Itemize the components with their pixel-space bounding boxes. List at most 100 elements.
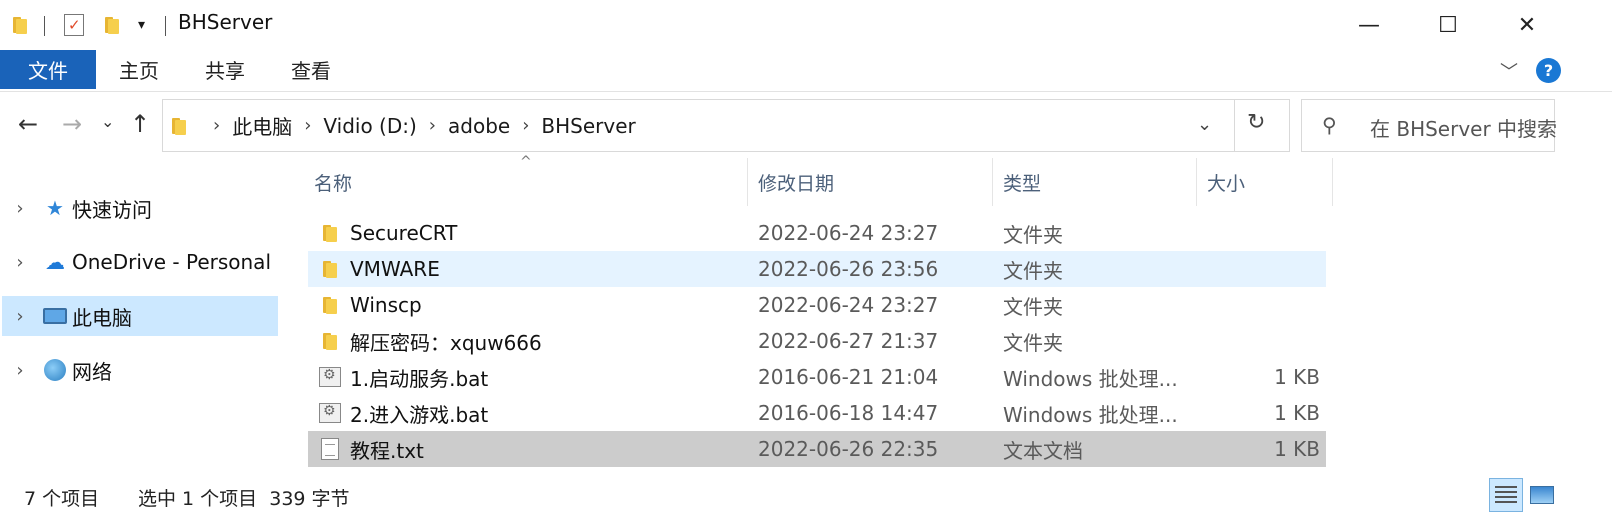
file-type: Windows 批处理...: [1003, 402, 1178, 427]
sidebar-item-label: 此电脑: [72, 305, 132, 330]
file-name: SecureCRT: [350, 221, 458, 245]
title-bar: ✓ ▾ BHServer — ☐ ✕: [0, 0, 1612, 50]
folder-icon: [318, 251, 342, 287]
column-divider[interactable]: [992, 158, 993, 206]
search-icon: ⚲: [1322, 113, 1337, 137]
file-name: VMWARE: [350, 257, 440, 281]
divider: [1234, 100, 1235, 151]
star-icon: ★: [46, 196, 64, 220]
column-header-date[interactable]: 修改日期: [758, 158, 834, 206]
breadcrumb-separator[interactable]: ›: [522, 115, 529, 136]
file-date: 2022-06-26 22:35: [758, 437, 939, 461]
sidebar-item-this-pc[interactable]: › 此电脑: [2, 296, 278, 336]
breadcrumb-this-pc[interactable]: 此电脑: [232, 111, 292, 140]
file-type: 文件夹: [1003, 330, 1063, 355]
minimize-button[interactable]: —: [1330, 0, 1408, 50]
file-date: 2022-06-27 21:37: [758, 329, 939, 353]
file-row[interactable]: 1.启动服务.bat 2016-06-21 21:04 Windows 批处理.…: [308, 359, 1326, 395]
address-dropdown-icon[interactable]: ⌄: [1197, 114, 1212, 135]
file-date: 2016-06-21 21:04: [758, 365, 939, 389]
breadcrumb-adobe[interactable]: adobe: [448, 114, 510, 138]
tab-share[interactable]: 共享: [186, 50, 264, 89]
file-size: 1 KB: [1274, 401, 1320, 425]
sidebar-item-label: 网络: [72, 359, 112, 384]
file-name: 解压密码：xquw666: [350, 330, 542, 355]
folder-icon: [318, 215, 342, 251]
tab-view[interactable]: 查看: [272, 50, 350, 89]
status-bar: 7 个项目 选中 1 个项目 339 字节: [0, 480, 1612, 514]
column-divider[interactable]: [1332, 158, 1333, 206]
folder-icon: [171, 116, 187, 136]
file-row[interactable]: Winscp 2022-06-24 23:27 文件夹: [308, 287, 1326, 323]
sidebar-item-onedrive[interactable]: › ☁ OneDrive - Personal: [2, 242, 278, 282]
new-folder-icon[interactable]: [104, 11, 120, 39]
search-input[interactable]: 在 BHServer 中搜索: [1370, 113, 1557, 142]
file-date: 2022-06-24 23:27: [758, 293, 939, 317]
file-row[interactable]: 解压密码：xquw666 2022-06-27 21:37 文件夹: [308, 323, 1326, 359]
file-date: 2016-06-18 14:47: [758, 401, 939, 425]
selection-info: 选中 1 个项目 339 字节: [138, 488, 350, 510]
back-button[interactable]: ←: [18, 110, 38, 138]
up-button[interactable]: ↑: [130, 110, 150, 138]
column-header-size[interactable]: 大小: [1207, 158, 1245, 206]
breadcrumb-separator[interactable]: ›: [213, 115, 220, 136]
file-name: 1.启动服务.bat: [350, 366, 489, 391]
network-icon: [38, 359, 72, 381]
maximize-icon: ☐: [1438, 12, 1458, 38]
breadcrumb-drive[interactable]: Vidio (D:): [323, 114, 416, 138]
column-divider[interactable]: [1196, 158, 1197, 206]
tab-file[interactable]: 文件: [0, 50, 96, 89]
breadcrumb-separator[interactable]: ›: [429, 115, 436, 136]
large-icons-view-button[interactable]: [1525, 478, 1559, 512]
close-icon: ✕: [1517, 12, 1537, 38]
forward-button[interactable]: →: [62, 110, 82, 138]
file-type: 文件夹: [1003, 294, 1063, 319]
expand-chevron-icon[interactable]: ›: [2, 198, 38, 219]
divider: [44, 16, 45, 36]
file-row[interactable]: 教程.txt 2022-06-26 22:35 文本文档 1 KB: [308, 431, 1326, 467]
file-size: [1208, 215, 1320, 251]
sidebar-item-network[interactable]: › 网络: [2, 350, 278, 390]
maximize-button[interactable]: ☐: [1409, 0, 1487, 50]
recent-locations-button[interactable]: ⌄: [101, 112, 114, 131]
address-bar[interactable]: › 此电脑 › Vidio (D:) › adobe › BHServer ⌄ …: [162, 99, 1290, 152]
computer-icon: [38, 308, 72, 324]
file-type: 文件夹: [1003, 222, 1063, 247]
file-row[interactable]: VMWARE 2022-06-26 23:56 文件夹: [308, 251, 1326, 287]
column-header-name[interactable]: 名称: [314, 158, 352, 206]
expand-chevron-icon[interactable]: ›: [2, 306, 38, 327]
search-box[interactable]: ⚲ 在 BHServer 中搜索: [1301, 99, 1557, 152]
item-count: 7 个项目: [24, 488, 100, 510]
navigation-pane: › ★ 快速访问 › ☁ OneDrive - Personal › 此电脑 ›…: [0, 180, 290, 410]
properties-icon[interactable]: ✓: [64, 11, 84, 39]
ribbon-collapse-icon[interactable]: ﹀: [1500, 58, 1518, 84]
close-button[interactable]: ✕: [1488, 0, 1566, 50]
file-size: 1 KB: [1274, 437, 1320, 461]
file-type: Windows 批处理...: [1003, 366, 1178, 391]
help-icon[interactable]: ?: [1536, 58, 1561, 83]
batch-file-icon: [318, 359, 342, 395]
file-list: ^ 名称 修改日期 类型 大小 SecureCRT 2022-06-24 23:…: [308, 154, 1338, 478]
tab-home[interactable]: 主页: [100, 50, 178, 89]
customize-toolbar-icon[interactable]: ▾: [138, 11, 145, 39]
expand-chevron-icon[interactable]: ›: [2, 360, 38, 381]
file-type: 文本文档: [1003, 438, 1083, 463]
navigation-bar: ← → ⌄ ↑ › 此电脑 › Vidio (D:) › adobe › BHS…: [0, 92, 1612, 158]
details-view-button[interactable]: [1489, 478, 1523, 512]
refresh-button[interactable]: ↻: [1247, 110, 1265, 135]
divider: [165, 16, 166, 36]
breadcrumb-separator[interactable]: ›: [304, 115, 311, 136]
column-divider[interactable]: [747, 158, 748, 206]
sidebar-item-label: OneDrive - Personal: [72, 250, 271, 274]
file-size: [1208, 287, 1320, 323]
ribbon-tabs: 文件 主页 共享 查看 ﹀ ?: [0, 50, 1612, 92]
file-row[interactable]: SecureCRT 2022-06-24 23:27 文件夹: [308, 215, 1326, 251]
sidebar-item-quick-access[interactable]: › ★ 快速访问: [2, 188, 278, 228]
sidebar-item-label: 快速访问: [72, 197, 152, 222]
column-header-type[interactable]: 类型: [1003, 158, 1041, 206]
window-title: BHServer: [178, 10, 273, 34]
expand-chevron-icon[interactable]: ›: [2, 252, 38, 273]
cloud-icon: ☁: [45, 250, 65, 274]
file-row[interactable]: 2.进入游戏.bat 2016-06-18 14:47 Windows 批处理.…: [308, 395, 1326, 431]
breadcrumb-bhserver[interactable]: BHServer: [541, 114, 635, 138]
